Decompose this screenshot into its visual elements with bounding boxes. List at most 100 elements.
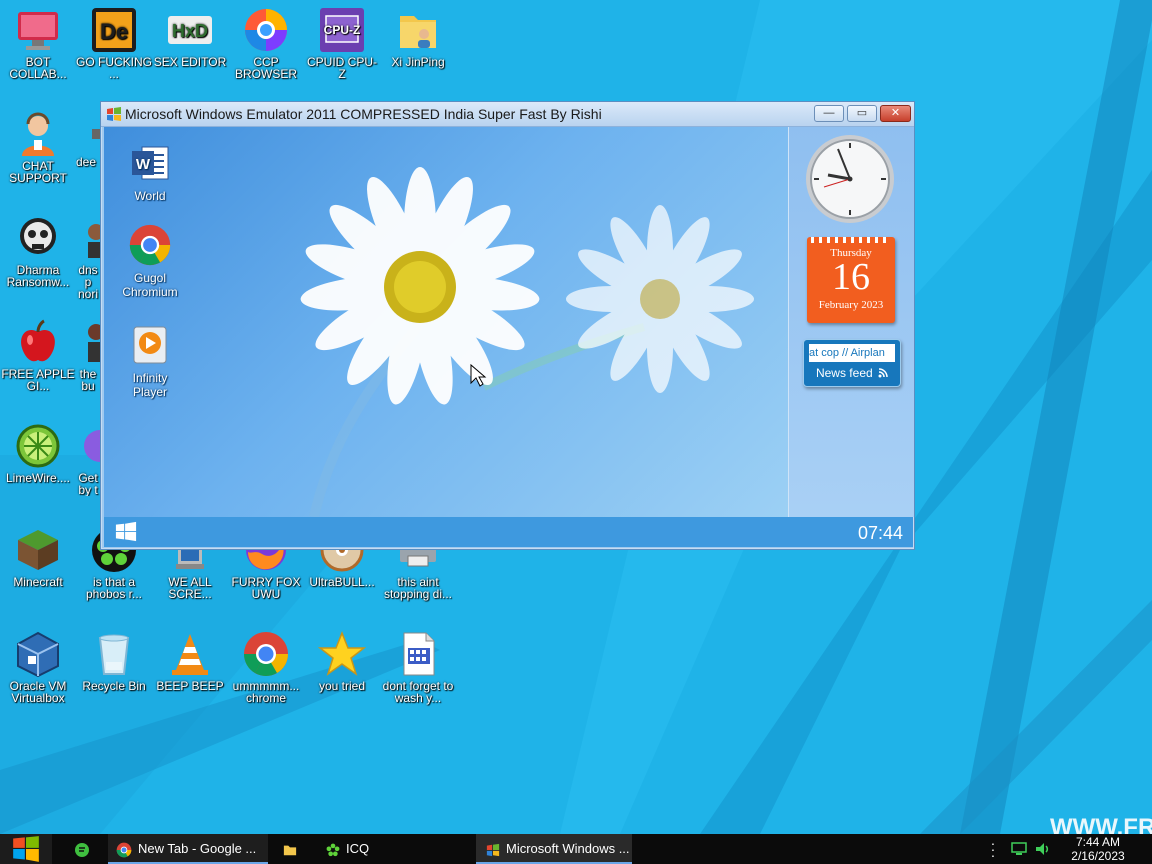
emu-icon-label: Gugol Chromium [122,271,178,299]
recycle-bin-icon [98,634,130,675]
svg-text:CPU-Z: CPU-Z [324,23,361,37]
emulator-start-button[interactable] [114,521,138,543]
desktop-icon-label: Xi JinPing [391,55,445,69]
desktop-icon-label: this aint stopping di... [383,575,453,601]
desktop-icon-free-apple[interactable]: FREE APPLE GI... [0,318,76,392]
desktop-icon-chat-support[interactable]: CHAT SUPPORT [0,110,76,184]
desktop-icon-dee[interactable]: dee [76,110,100,168]
desktop-icon-the-bu[interactable]: the bu [76,318,100,392]
emu-icon-infinity-player[interactable]: Infinity Player [110,323,190,399]
desktop-icon-dont-forget[interactable]: dont forget to wash y... [380,630,456,704]
close-button[interactable]: ✕ [880,105,911,122]
news-feed-footer: News feed [804,366,900,380]
volume-icon[interactable] [1034,841,1052,857]
desktop-icon-xi-jinping[interactable]: Xi JinPing [380,6,456,68]
taskbar-task-label: ICQ [346,841,370,856]
skull-icon [20,218,56,254]
taskbar-app-chat[interactable] [66,834,96,864]
minecraft-icon [18,530,58,570]
calendar-gadget[interactable]: Thursday 16 February 2023 [807,237,895,323]
desktop-icon-chrome[interactable]: ummmmm... chrome [228,630,304,704]
desktop-icon-label: BEEP BEEP [156,679,224,693]
network-icon[interactable] [1010,841,1028,857]
emu-icon-world[interactable]: W World [110,141,190,203]
start-button[interactable] [0,834,52,864]
desktop-icon-label: CCP BROWSER [234,55,297,81]
ccp-browser-icon [245,9,287,51]
desktop-icon-label: Oracle VM Virtualbox [9,679,67,705]
desktop-icon-label: you tried [318,679,366,693]
star-icon [318,630,366,676]
emu-icon-label: Infinity Player [132,371,168,399]
daisy-wallpaper [300,167,754,517]
desktop-icon-label: Recycle Bin [82,679,146,693]
desktop-icon-get-by-t[interactable]: Get by t [76,422,100,496]
desktop-icon-dnsp[interactable]: dnsp nori [76,214,100,300]
svg-text:W: W [136,156,151,173]
media-player-icon [133,326,167,364]
desktop-icon-label: the bu [79,367,97,392]
emulator-titlebar[interactable]: Microsoft Windows Emulator 2011 COMPRESS… [101,102,914,127]
desktop-icon-virtualbox[interactable]: Oracle VM Virtualbox [0,630,76,704]
news-ticker: at cop // Airplan [809,344,895,362]
partial-icon [92,129,100,139]
calendar-day: 16 [832,256,870,298]
limewire-icon [16,424,60,468]
document-icon [403,632,435,676]
emu-icon-gugol-chromium[interactable]: Gugol Chromium [110,223,190,299]
support-person-icon [22,112,54,156]
watermark: WWW.FR [1050,816,1152,834]
clock-time: 7:44 AM [1075,835,1121,849]
maximize-button[interactable]: ▭ [847,105,877,122]
emu-icon-label: World [134,189,166,203]
analog-clock-gadget[interactable] [804,133,896,225]
desktop-icon-limewire[interactable]: LimeWire.... [0,422,76,484]
desktop-icon-you-tried[interactable]: you tried [304,630,380,692]
user-folder-icon [400,16,436,48]
system-clock[interactable]: 7:44 AM 2/16/2023 [1062,835,1134,863]
taskbar-task-folder[interactable] [270,834,310,864]
svg-text:De: De [100,19,128,44]
folder-icon [283,845,297,855]
desktop-icon-beep-beep[interactable]: BEEP BEEP [152,630,228,692]
desktop-icon-label: Minecraft [13,575,63,589]
desktop-icon-cpuz[interactable]: CPU-Z CPUID CPU-Z [304,6,380,80]
news-feed-label: News feed [815,366,873,380]
emulator-window[interactable]: Microsoft Windows Emulator 2011 COMPRESS… [100,101,915,550]
desktop-icon-label: Get by t [78,471,98,496]
windows-flag-icon [486,843,500,856]
maximize-icon: ▭ [856,107,868,119]
desktop-icon-ccp-browser[interactable]: CCP BROWSER [228,6,304,80]
virtualbox-icon [17,631,59,678]
person-icon [88,224,100,258]
taskbar-task-label: New Tab - Google ... [138,841,257,856]
minimize-icon: — [823,107,835,119]
desktop-icon-label: GO FUCKING ... [76,55,153,81]
desktop-icon-sex-editor[interactable]: HxD SEX EDITOR [152,6,228,68]
desktop-icon-go-fucking[interactable]: De GO FUCKING ... [76,6,152,80]
desktop-icon-label: UltraBULL... [309,575,375,589]
desktop-icon-minecraft[interactable]: Minecraft [0,526,76,588]
desktop-icon-label: dont forget to wash y... [382,679,454,705]
purple-icon [84,430,100,462]
desktop-icon-label: CHAT SUPPORT [9,159,67,185]
minimize-button[interactable]: — [814,105,844,122]
calendar-rings [811,237,891,243]
chat-bubble-icon [75,843,89,857]
hxd-icon: HxD [168,16,212,44]
taskbar-task-label: Microsoft Windows ... [506,841,630,856]
overflow-menu-icon[interactable]: · · · [988,836,998,862]
taskbar-task-chrome[interactable]: New Tab - Google ... [108,834,268,864]
news-feed-gadget[interactable]: at cop // Airplan News feed [803,339,901,387]
taskbar-task-icq[interactable]: ICQ [318,834,468,864]
taskbar-task-emulator[interactable]: Microsoft Windows ... [476,834,632,864]
clock-date: 2/16/2023 [1071,849,1125,863]
desktop-icon-bot-collab[interactable]: BOT COLLAB... [0,6,76,80]
windows-logo-icon [13,836,39,862]
desktop-icon-dharma[interactable]: Dharma Ransomw... [0,214,76,288]
desktop-icon-recycle-bin[interactable]: Recycle Bin [76,630,152,692]
emulator-desktop[interactable]: W World Gugol Chromium Infinity Player [104,127,788,517]
desktop-icon-label: dnsp nori [77,263,98,300]
apple-icon [21,319,55,362]
desktop-icon-label: CPUID CPU-Z [306,55,377,81]
